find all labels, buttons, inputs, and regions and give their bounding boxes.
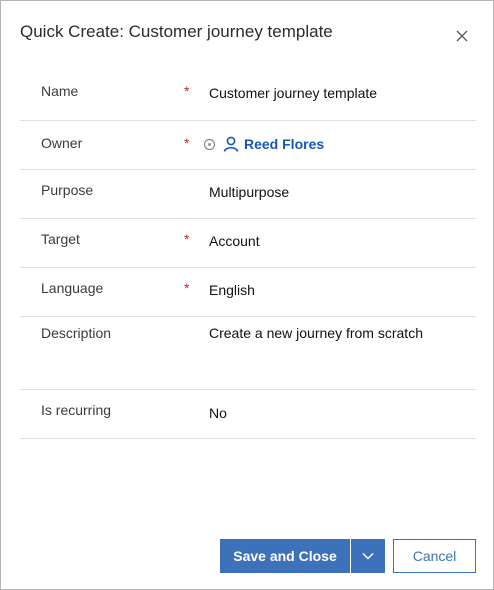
- cancel-button[interactable]: Cancel: [393, 539, 476, 573]
- field-label: Language: [41, 280, 104, 296]
- quick-create-dialog: Quick Create: Customer journey template …: [0, 0, 494, 590]
- required-indicator: *: [184, 135, 190, 151]
- field-label: Description: [41, 325, 112, 341]
- required-indicator: *: [184, 83, 190, 99]
- save-and-close-button[interactable]: Save and Close: [220, 539, 350, 573]
- field-label: Name: [41, 83, 79, 99]
- field-name[interactable]: Name * Customer journey template: [20, 66, 476, 121]
- chevron-down-icon: [362, 553, 374, 560]
- language-value[interactable]: English: [209, 282, 255, 298]
- form-fields: Name * Customer journey template Owner *…: [20, 66, 476, 439]
- owner-lookup[interactable]: Reed Flores: [203, 135, 324, 153]
- field-label: Purpose: [41, 182, 94, 198]
- is-recurring-value[interactable]: No: [209, 405, 227, 421]
- field-label: Is recurring: [41, 402, 112, 418]
- required-indicator: *: [184, 280, 190, 296]
- dialog-title: Quick Create: Customer journey template: [20, 22, 333, 41]
- lock-icon: [203, 138, 216, 150]
- field-description[interactable]: Description Create a new journey from sc…: [20, 317, 476, 390]
- save-options-dropdown[interactable]: [351, 539, 385, 573]
- description-value[interactable]: Create a new journey from scratch: [209, 325, 423, 341]
- owner-link[interactable]: Reed Flores: [244, 136, 324, 152]
- field-label: Owner: [41, 135, 83, 151]
- field-language[interactable]: Language * English: [20, 268, 476, 317]
- field-is-recurring[interactable]: Is recurring No: [20, 390, 476, 439]
- field-purpose[interactable]: Purpose Multipurpose: [20, 170, 476, 219]
- name-value[interactable]: Customer journey template: [209, 85, 377, 101]
- field-owner[interactable]: Owner * Reed Flores: [20, 121, 476, 170]
- field-target[interactable]: Target * Account: [20, 219, 476, 268]
- target-value[interactable]: Account: [209, 233, 260, 249]
- person-icon: [223, 136, 239, 152]
- close-icon[interactable]: [454, 28, 470, 44]
- required-indicator: *: [184, 231, 190, 247]
- field-label: Target: [41, 231, 80, 247]
- dialog-header: Quick Create: Customer journey template: [1, 1, 493, 61]
- purpose-value[interactable]: Multipurpose: [209, 184, 289, 200]
